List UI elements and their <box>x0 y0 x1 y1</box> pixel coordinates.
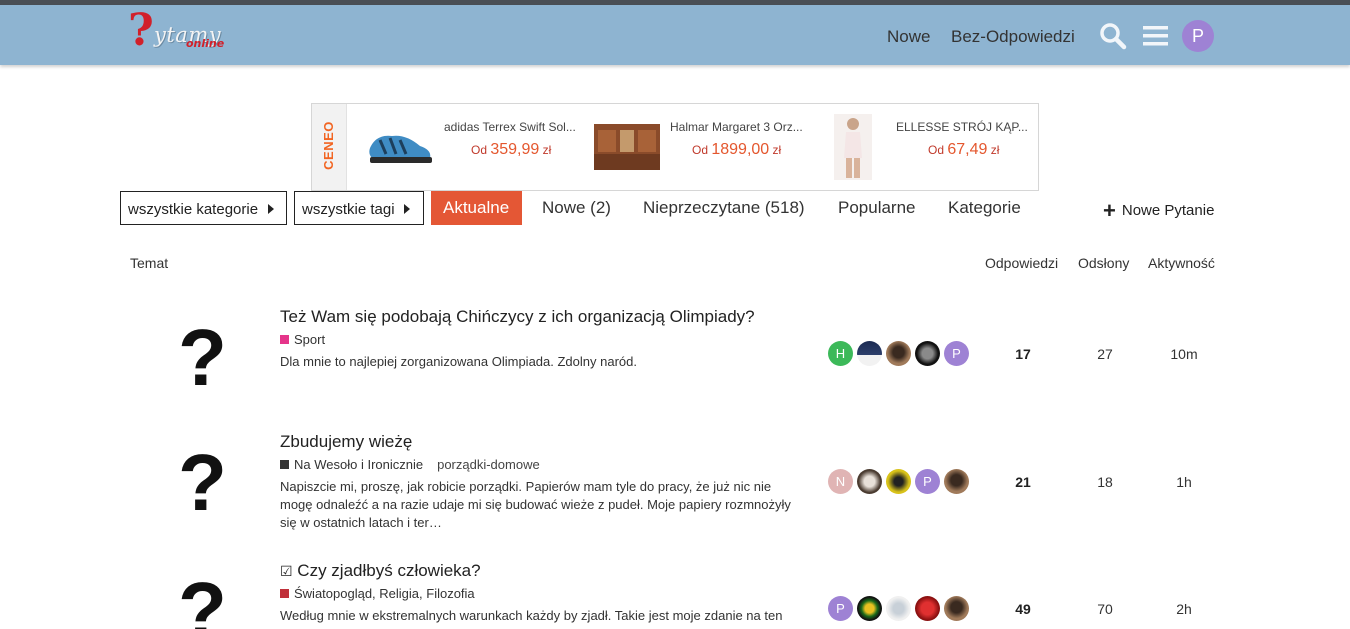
poster-avatar[interactable] <box>857 341 882 366</box>
tab-unread[interactable]: Nieprzeczytane (518) <box>643 191 805 225</box>
caret-right-icon <box>404 204 410 214</box>
user-avatar[interactable]: P <box>1182 20 1214 52</box>
plus-icon: + <box>1103 198 1116 223</box>
furniture-product-image <box>594 124 660 170</box>
logo-question-mark: ? <box>128 5 154 56</box>
question-mark-icon: ? <box>178 566 227 629</box>
poster-avatar[interactable]: P <box>944 341 969 366</box>
topic-tag[interactable]: porządki-domowe <box>437 457 540 472</box>
ad-item-price: Od 359,99 zł <box>471 141 551 159</box>
nav-new-link[interactable]: Nowe <box>887 27 930 47</box>
price-prefix: Od <box>928 143 945 157</box>
view-count: 27 <box>1097 346 1113 362</box>
shoe-product-image <box>369 135 432 163</box>
poster-avatar[interactable] <box>857 596 882 621</box>
poster-avatar[interactable] <box>886 596 911 621</box>
view-count: 70 <box>1097 601 1113 617</box>
tab-latest[interactable]: Aktualne <box>431 191 522 225</box>
column-header-activity[interactable]: Aktywność <box>1148 255 1215 271</box>
price-amount: 359,99 <box>490 141 540 158</box>
topic-title-link[interactable]: Zbudujemy wieżę <box>280 432 412 452</box>
price-currency: zł <box>772 143 782 157</box>
column-header-topic: Temat <box>130 255 169 271</box>
reply-count: 49 <box>1015 601 1031 617</box>
poster-avatar[interactable] <box>857 469 882 494</box>
ad-brand-label: CENEO <box>320 121 336 170</box>
hamburger-menu-icon[interactable] <box>1143 25 1168 47</box>
ceneo-ad-banner[interactable]: CENEO adidas Terrex Swift Sol... Od 359,… <box>311 103 1039 191</box>
topic-title-link[interactable]: Też Wam się podobają Chińczycy z ich org… <box>280 307 755 327</box>
solved-checkbox-icon: ☑ <box>280 563 293 579</box>
view-count: 18 <box>1097 474 1113 490</box>
logo-online: online <box>186 37 225 50</box>
tab-new[interactable]: Nowe (2) <box>542 191 611 225</box>
topic-title-link[interactable]: ☑ Czy zjadłbyś człowieka? <box>280 561 481 581</box>
poster-avatar[interactable]: P <box>915 469 940 494</box>
ad-item-shoes[interactable]: adidas Terrex Swift Sol... Od 359,99 zł <box>362 104 602 190</box>
topic-category[interactable]: Światopogląd, Religia, Filozofia <box>280 586 475 601</box>
column-header-replies[interactable]: Odpowiedzi <box>985 255 1058 271</box>
activity-time[interactable]: 2h <box>1154 601 1214 617</box>
ad-item-name: Halmar Margaret 3 Orz... <box>670 120 803 134</box>
nav-unanswered-link[interactable]: Bez-Odpowiedzi <box>951 27 1075 47</box>
new-question-button[interactable]: + Nowe Pytanie <box>1103 198 1214 224</box>
ad-item-name: adidas Terrex Swift Sol... <box>444 120 576 134</box>
poster-avatar[interactable] <box>915 341 940 366</box>
caret-right-icon <box>268 204 274 214</box>
price-currency: zł <box>542 143 552 157</box>
search-icon[interactable] <box>1099 22 1127 50</box>
tag-filter-label: wszystkie tagi <box>302 201 395 218</box>
topic-excerpt: Według mnie w ekstremalnych warunkach ka… <box>280 608 783 623</box>
ad-item-name: ELLESSE STRÓJ KĄP... <box>896 120 1028 134</box>
topic-posters: H P <box>828 341 978 366</box>
new-question-label: Nowe Pytanie <box>1121 202 1215 219</box>
tab-categories[interactable]: Kategorie <box>948 191 1021 225</box>
poster-avatar[interactable] <box>944 469 969 494</box>
category-name: Światopogląd, Religia, Filozofia <box>294 586 475 601</box>
activity-time[interactable]: 10m <box>1154 346 1214 362</box>
swimsuit-product-image <box>834 114 872 180</box>
category-color-badge <box>280 589 289 598</box>
site-logo[interactable]: ? ytamy online <box>128 9 238 59</box>
poster-avatar[interactable]: P <box>828 596 853 621</box>
ad-item-swimsuit[interactable]: ELLESSE STRÓJ KĄP... Od 67,49 zł <box>834 104 1034 190</box>
topic-excerpt: Dla mnie to najlepiej zorganizowana Olim… <box>280 354 637 369</box>
category-name: Na Wesoło i Ironicznie <box>294 457 424 472</box>
price-amount: 67,49 <box>947 141 988 158</box>
reply-count: 21 <box>1015 474 1031 490</box>
price-prefix: Od <box>471 143 488 157</box>
topic-category[interactable]: Sport <box>280 332 325 347</box>
topic-excerpt: Napiszcie mi, proszę, jak robicie porząd… <box>280 479 791 530</box>
tag-filter-dropdown[interactable]: wszystkie tagi <box>294 191 424 225</box>
category-filter-label: wszystkie kategorie <box>128 201 259 218</box>
category-filter-dropdown[interactable]: wszystkie kategorie <box>120 191 287 225</box>
poster-avatar[interactable] <box>944 596 969 621</box>
price-amount: 1899,00 <box>711 141 770 158</box>
category-name: Sport <box>294 332 326 347</box>
site-header: ? ytamy online Nowe Bez-Odpowiedzi P <box>0 5 1350 65</box>
ad-item-price: Od 1899,00 zł <box>692 141 781 159</box>
column-header-views[interactable]: Odsłony <box>1078 255 1129 271</box>
price-prefix: Od <box>692 143 709 157</box>
question-mark-icon: ? <box>178 313 227 402</box>
reply-count: 17 <box>1015 346 1031 362</box>
topic-title-text: Czy zjadłbyś człowieka? <box>297 561 481 580</box>
price-currency: zł <box>990 143 1000 157</box>
ad-item-price: Od 67,49 zł <box>928 141 999 159</box>
category-color-badge <box>280 335 289 344</box>
question-mark-icon: ? <box>178 438 227 527</box>
ad-item-furniture[interactable]: Halmar Margaret 3 Orz... Od 1899,00 zł <box>594 104 834 190</box>
poster-avatar[interactable] <box>915 596 940 621</box>
category-color-badge <box>280 460 289 469</box>
activity-time[interactable]: 1h <box>1154 474 1214 490</box>
topic-posters: P <box>828 596 978 621</box>
topic-category[interactable]: Na Wesoło i Ironicznie porządki-domowe <box>280 457 540 472</box>
poster-avatar[interactable] <box>886 469 911 494</box>
poster-avatar[interactable] <box>886 341 911 366</box>
ad-brand-strip: CENEO <box>312 104 347 190</box>
topic-posters: N P <box>828 469 978 494</box>
tab-top[interactable]: Popularne <box>838 191 916 225</box>
poster-avatar[interactable]: N <box>828 469 853 494</box>
poster-avatar[interactable]: H <box>828 341 853 366</box>
